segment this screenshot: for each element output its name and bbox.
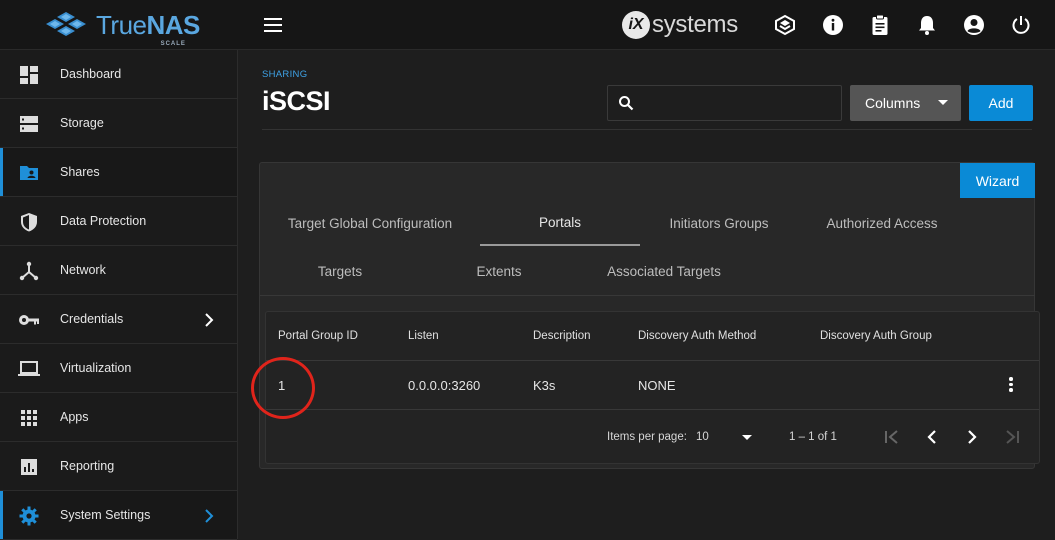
sidebar-item-data-protection[interactable]: Data Protection <box>0 197 237 246</box>
sidebar-item-reporting[interactable]: Reporting <box>0 442 237 491</box>
sidebar-item-dashboard[interactable]: Dashboard <box>0 50 237 99</box>
gear-icon <box>18 505 40 527</box>
chevron-right-icon <box>205 313 214 327</box>
tab-targets[interactable]: Targets <box>296 249 384 293</box>
column-header-description[interactable]: Description <box>533 312 591 360</box>
tab-initiators-groups[interactable]: Initiators Groups <box>656 201 782 245</box>
cell-listen: 0.0.0.0:3260 <box>408 377 481 393</box>
sidebar-item-shares[interactable]: Shares <box>0 148 237 197</box>
key-icon <box>18 309 40 331</box>
breadcrumb[interactable]: SHARING <box>262 69 307 80</box>
tab-target-global-configuration[interactable]: Target Global Configuration <box>276 201 464 245</box>
main-content: SHARING iSCSI Columns Add Wizard Target … <box>238 50 1055 539</box>
sidebar-item-system-settings[interactable]: System Settings <box>0 491 237 540</box>
sidebar-item-label: Dashboard <box>60 67 122 81</box>
items-per-page-select[interactable]: 10 <box>696 429 752 445</box>
title-divider <box>262 129 1032 130</box>
cell-description: K3s <box>533 377 556 393</box>
search-input[interactable] <box>640 95 830 111</box>
active-tab-indicator <box>480 244 640 246</box>
tabs-divider <box>260 295 1035 296</box>
sidebar-item-label: Credentials <box>60 312 124 326</box>
items-per-page-label: Items per page: <box>607 431 687 443</box>
ixsystems-logo[interactable]: iX systems <box>622 10 738 40</box>
last-page-icon[interactable] <box>1001 426 1023 448</box>
brand-name-suffix: NAS <box>146 9 201 40</box>
truecommand-icon[interactable] <box>773 13 797 37</box>
column-header-listen[interactable]: Listen <box>408 312 439 360</box>
ix-mark: iX <box>622 11 650 39</box>
sidebar-item-storage[interactable]: Storage <box>0 99 237 148</box>
dashboard-icon <box>18 64 40 86</box>
sidebar-item-label: Apps <box>60 410 89 424</box>
items-per-page-value: 10 <box>696 431 709 443</box>
sidebar-item-label: Virtualization <box>60 361 132 375</box>
first-page-icon[interactable] <box>881 426 903 448</box>
tab-associated-targets[interactable]: Associated Targets <box>594 249 734 293</box>
chevron-right-icon <box>205 509 214 523</box>
account-icon[interactable] <box>962 13 986 37</box>
clipboard-tasks-icon[interactable] <box>868 13 892 37</box>
sidebar-item-label: Shares <box>60 165 100 179</box>
columns-button-label: Columns <box>865 95 921 111</box>
caret-down-icon <box>742 435 752 440</box>
caret-down-icon <box>938 100 948 105</box>
brand-name: TrueNAS SCALE <box>96 9 201 47</box>
power-icon[interactable] <box>1009 13 1033 37</box>
page-range-label: 1 – 1 of 1 <box>789 431 837 443</box>
menu-toggle-icon[interactable] <box>262 14 286 36</box>
info-icon[interactable] <box>821 13 845 37</box>
portals-table: Portal Group ID Listen Description Disco… <box>265 311 1040 464</box>
columns-button[interactable]: Columns <box>850 85 961 121</box>
sidebar-item-network[interactable]: Network <box>0 246 237 295</box>
cell-discovery-auth-method: NONE <box>638 377 676 393</box>
top-bar: TrueNAS SCALE iX systems <box>0 0 1055 50</box>
laptop-icon <box>18 358 40 380</box>
sidebar-item-apps[interactable]: Apps <box>0 393 237 442</box>
sidebar-item-label: Reporting <box>60 459 115 473</box>
tab-authorized-access[interactable]: Authorized Access <box>809 201 955 245</box>
reporting-icon <box>18 456 40 478</box>
sidebar-item-label: System Settings <box>60 508 151 522</box>
column-header-portal-group-id[interactable]: Portal Group ID <box>278 312 358 360</box>
sidebar-item-label: Storage <box>60 116 104 130</box>
search-icon <box>619 96 634 111</box>
sidebar-item-credentials[interactable]: Credentials <box>0 295 237 344</box>
row-actions-icon[interactable] <box>1001 375 1021 395</box>
column-header-discovery-auth-method[interactable]: Discovery Auth Method <box>638 312 756 360</box>
folder-shared-icon <box>18 162 40 184</box>
sidebar-item-virtualization[interactable]: Virtualization <box>0 344 237 393</box>
next-page-icon[interactable] <box>961 426 983 448</box>
previous-page-icon[interactable] <box>921 426 943 448</box>
wizard-button[interactable]: Wizard <box>960 163 1035 198</box>
truenas-logo[interactable]: TrueNAS SCALE <box>44 8 201 47</box>
add-button[interactable]: Add <box>969 85 1033 121</box>
annotation-highlight-circle <box>251 357 315 419</box>
ix-wordmark: systems <box>652 11 738 38</box>
sidebar-item-label: Network <box>60 263 106 277</box>
apps-grid-icon <box>18 407 40 429</box>
shield-icon <box>18 211 40 233</box>
network-icon <box>18 260 40 282</box>
brand-name-prefix: True <box>96 9 147 40</box>
sidebar-item-label: Data Protection <box>60 214 147 228</box>
search-field[interactable] <box>607 85 842 121</box>
page-title: iSCSI <box>262 86 331 116</box>
bell-icon[interactable] <box>915 13 939 37</box>
truenas-logo-icon <box>46 12 86 36</box>
tab-extents[interactable]: Extents <box>456 249 542 293</box>
brand-edition: SCALE <box>160 40 186 47</box>
paginator: Items per page: 10 1 – 1 of 1 <box>266 410 1039 462</box>
column-header-discovery-auth-group[interactable]: Discovery Auth Group <box>820 312 932 360</box>
sidebar: Dashboard Storage Shares Data Protection… <box>0 50 238 540</box>
storage-icon <box>18 113 40 135</box>
tab-portals[interactable]: Portals <box>480 200 640 244</box>
